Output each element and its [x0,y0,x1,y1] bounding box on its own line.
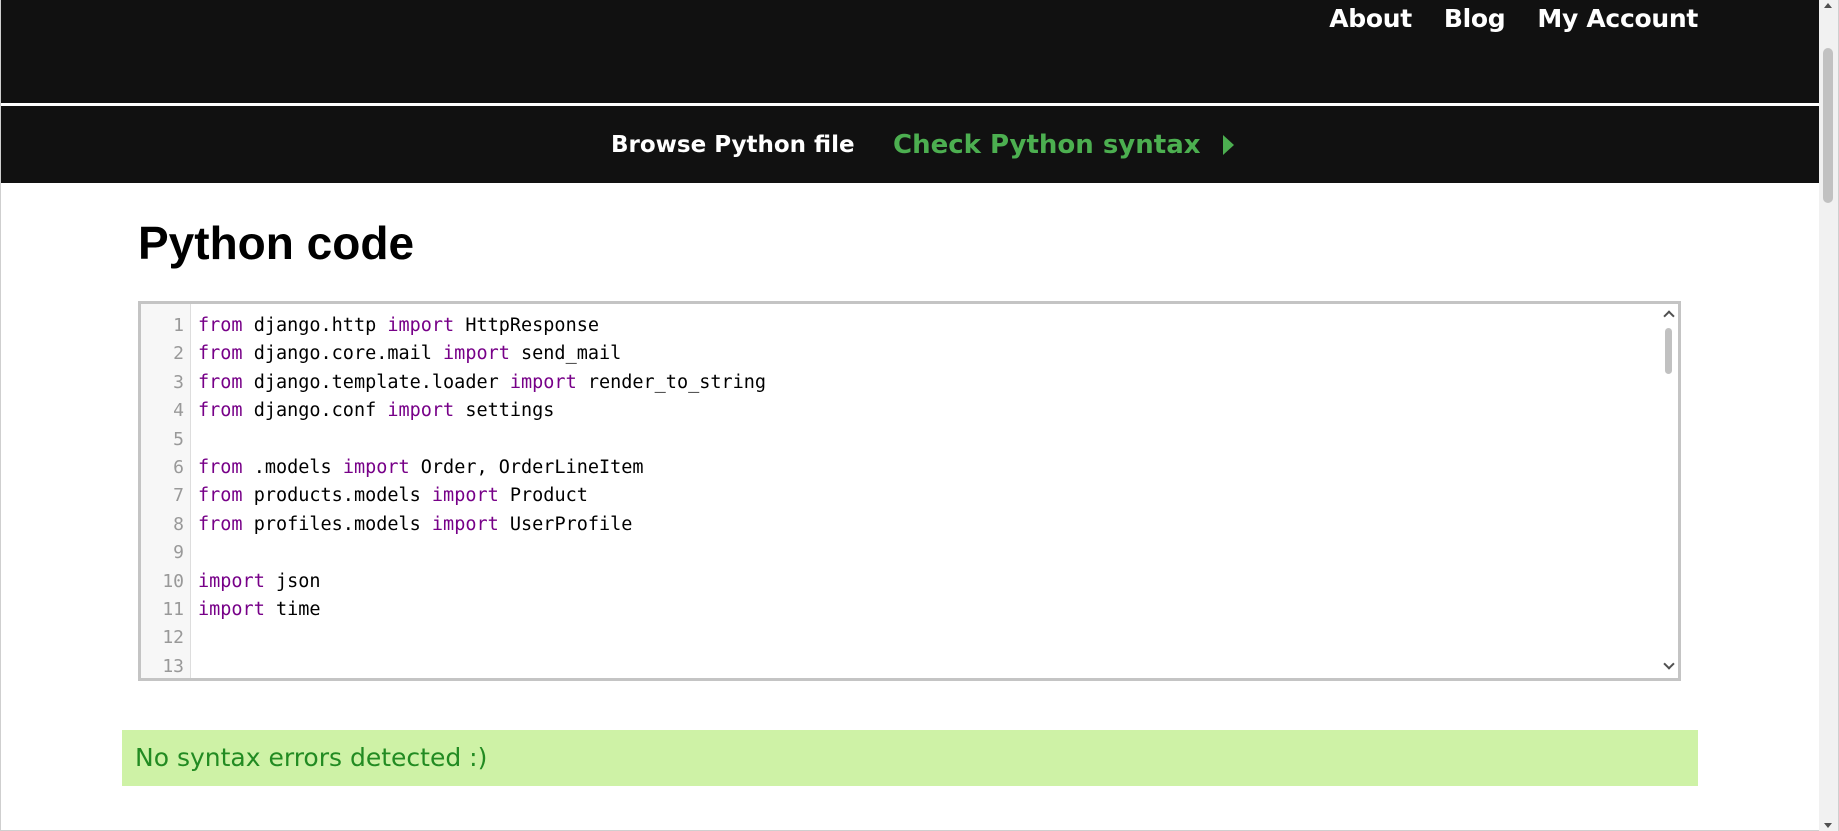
check-python-syntax-button[interactable]: Check Python syntax [893,130,1234,160]
code-keyword: from [198,371,243,393]
nav-link-blog[interactable]: Blog [1428,4,1522,34]
line-number: 11 [162,598,184,620]
code-line[interactable]: from .models import Order, OrderLineItem [198,454,1656,482]
code-keyword: from [198,315,243,336]
syntax-result-message: No syntax errors detected :) [135,743,488,772]
code-line[interactable] [198,624,1656,652]
line-number: 4 [173,400,184,422]
code-keyword: from [198,456,243,478]
line-number-gutter: 1 2 3 4 5 6 7 8 9 10 11 12 13 [141,304,191,678]
scroll-up-arrow-icon[interactable] [1824,3,1832,8]
check-python-syntax-label: Check Python syntax [893,130,1201,160]
code-text: profiles.models [242,513,432,535]
code-keyword: import [509,371,577,393]
editor-scrollbar[interactable] [1660,304,1678,678]
code-text: django.core.mail [242,343,444,365]
code-keyword: import [342,456,410,478]
code-text: .models [242,456,343,478]
page-scrollbar-thumb[interactable] [1823,48,1833,203]
chevron-up-icon[interactable] [1663,310,1675,322]
python-code-editor[interactable]: 1 2 3 4 5 6 7 8 9 10 11 12 13 from django.http impor… [138,301,1681,681]
code-keyword: import [198,598,265,620]
editor-scrollbar-thumb[interactable] [1665,328,1672,374]
code-text: Product [498,485,588,507]
code-keyword: import [387,400,455,422]
chevron-down-icon[interactable] [1663,658,1675,670]
code-text: django.http [242,315,388,336]
code-text: json [264,570,321,592]
code-keyword: import [431,513,499,535]
page-scrollbar[interactable] [1819,0,1838,831]
line-number: 9 [173,542,184,564]
code-area[interactable]: from django.http import HttpResponse from… [198,304,1656,678]
code-line[interactable]: from django.core.mail import send_mail [198,340,1656,368]
code-text: Order, OrderLineItem [409,456,644,478]
nav-link-my-account[interactable]: My Account [1521,4,1714,34]
code-line[interactable] [198,653,1656,678]
scroll-down-arrow-icon[interactable] [1824,823,1832,828]
code-line[interactable]: from django.conf import settings [198,397,1656,425]
code-keyword: import [198,570,265,592]
code-line[interactable]: import json [198,568,1656,596]
code-keyword: import [443,343,510,365]
line-number: 12 [162,627,184,649]
code-line[interactable] [198,426,1656,454]
line-number: 1 [173,315,184,336]
code-text: render_to_string [576,371,767,393]
code-keyword: from [198,400,243,422]
code-keyword: from [198,343,243,365]
code-line[interactable]: import time [198,596,1656,624]
site-header: About Blog My Account [1,0,1819,103]
code-text: send_mail [509,343,622,365]
code-text: django.conf [242,400,388,422]
code-keyword: import [431,485,499,507]
line-number: 6 [173,456,184,478]
code-text: UserProfile [498,513,633,535]
code-text: settings [454,400,555,422]
code-line[interactable]: from django.template.loader import rende… [198,369,1656,397]
line-number: 13 [162,655,184,677]
play-icon [1222,135,1234,155]
code-text: django.template.loader [242,371,510,393]
code-line[interactable]: from django.http import HttpResponse [198,312,1656,340]
code-keyword: from [198,485,243,507]
page-title: Python code [138,217,415,269]
nav-link-about[interactable]: About [1313,4,1428,34]
line-number: 8 [173,513,184,535]
code-line[interactable]: from profiles.models import UserProfile [198,511,1656,539]
line-number: 7 [173,485,184,507]
code-line[interactable] [198,539,1656,567]
line-number: 5 [173,428,184,450]
syntax-result-banner: No syntax errors detected :) [122,730,1698,786]
code-keyword: import [387,315,455,336]
code-text: products.models [242,485,432,507]
top-navigation: About Blog My Account [1313,4,1714,34]
line-number: 10 [162,570,184,592]
action-bar: Browse Python file Check Python syntax [1,106,1819,183]
code-text: HttpResponse [454,315,599,336]
code-text: time [264,598,321,620]
code-keyword: from [198,513,243,535]
browse-python-file-button[interactable]: Browse Python file [611,130,855,160]
line-number: 3 [173,371,184,393]
line-number: 2 [173,343,184,365]
code-line[interactable]: from products.models import Product [198,482,1656,510]
